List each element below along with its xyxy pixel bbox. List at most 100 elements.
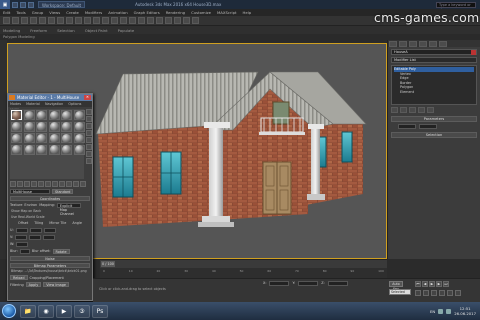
move-icon[interactable] bbox=[75, 17, 82, 24]
sample-slot[interactable] bbox=[61, 133, 72, 143]
x-coord-field[interactable] bbox=[269, 281, 290, 286]
texture-radio[interactable]: Texture bbox=[10, 203, 22, 207]
menu-item-rendering[interactable]: Rendering bbox=[166, 10, 185, 15]
open-file-icon[interactable] bbox=[20, 1, 26, 8]
render-icon[interactable] bbox=[192, 17, 199, 24]
unlink-icon[interactable] bbox=[30, 17, 37, 24]
material-type-button[interactable]: Standard bbox=[52, 188, 74, 194]
hierarchy-tab-icon[interactable] bbox=[409, 40, 417, 47]
tab-freeform[interactable]: Freeform bbox=[30, 28, 47, 33]
zoom-icon[interactable] bbox=[415, 290, 421, 296]
rollout-coordinates[interactable]: Coordinates bbox=[10, 196, 90, 201]
sample-slot[interactable] bbox=[48, 133, 60, 143]
go-to-parent-icon[interactable] bbox=[73, 181, 79, 187]
modify-tab-icon[interactable] bbox=[399, 40, 407, 47]
app-logo-icon[interactable]: ▣ bbox=[0, 0, 10, 9]
configure-sets-icon[interactable] bbox=[427, 107, 434, 113]
me-menu-material[interactable]: Material bbox=[26, 102, 40, 106]
sample-slot[interactable] bbox=[73, 121, 85, 132]
object-name[interactable]: HouseA bbox=[394, 50, 408, 54]
me-menu-modes[interactable]: Modes bbox=[10, 102, 21, 106]
volume-icon[interactable] bbox=[446, 308, 452, 314]
reset-map-icon[interactable] bbox=[31, 181, 37, 187]
mirror-icon[interactable] bbox=[120, 17, 127, 24]
browser-app-icon[interactable]: ◉ bbox=[38, 304, 54, 318]
time-slider[interactable]: 0 / 100 bbox=[100, 259, 387, 268]
copy-material-icon[interactable] bbox=[38, 181, 44, 187]
maximize-viewport-icon[interactable] bbox=[455, 290, 461, 296]
create-tab-icon[interactable] bbox=[389, 40, 397, 47]
uv-tiling-icon[interactable] bbox=[86, 130, 92, 136]
new-file-icon[interactable] bbox=[12, 1, 18, 8]
assign-material-icon[interactable] bbox=[24, 181, 30, 187]
show-end-result-icon[interactable] bbox=[400, 107, 407, 113]
sample-slot[interactable] bbox=[23, 133, 35, 143]
sample-slot[interactable] bbox=[23, 110, 35, 120]
sample-slot[interactable] bbox=[61, 110, 72, 120]
menu-item-animation[interactable]: Animation bbox=[108, 10, 127, 15]
rollout-noise[interactable]: Noise bbox=[10, 256, 90, 261]
media-app-icon[interactable]: ▶ bbox=[56, 304, 72, 318]
scale-icon[interactable] bbox=[93, 17, 100, 24]
workspace-dropdown[interactable]: Workspace: Default bbox=[38, 1, 86, 8]
display-tab-icon[interactable] bbox=[429, 40, 437, 47]
zoom-all-icon[interactable] bbox=[423, 290, 429, 296]
reload-button[interactable]: Reload bbox=[10, 275, 28, 280]
pan-icon[interactable] bbox=[439, 290, 445, 296]
sample-slot[interactable] bbox=[73, 144, 85, 155]
snap-icon[interactable] bbox=[102, 17, 109, 24]
sample-type-icon[interactable] bbox=[86, 109, 92, 115]
remove-modifier-icon[interactable] bbox=[418, 107, 425, 113]
sample-slot[interactable] bbox=[36, 133, 47, 143]
clock[interactable]: 12:51 26.06.2017 bbox=[454, 306, 476, 316]
v-angle-field[interactable] bbox=[43, 234, 56, 240]
me-menu-navigation[interactable]: Navigation bbox=[45, 102, 63, 106]
menu-item-tools[interactable]: Tools bbox=[16, 10, 25, 15]
go-forward-icon[interactable] bbox=[80, 181, 86, 187]
u-angle-field[interactable] bbox=[43, 227, 56, 233]
search-input[interactable]: Type a keyword or phrase bbox=[436, 1, 476, 12]
orbit-icon[interactable] bbox=[447, 290, 453, 296]
tab-modeling[interactable]: Modeling bbox=[3, 28, 20, 33]
3dsmax-app-icon[interactable]: ③ bbox=[74, 304, 90, 318]
u-offset-field[interactable] bbox=[15, 227, 28, 233]
rollout-parameters[interactable]: Parameters bbox=[391, 116, 477, 122]
sample-slot[interactable] bbox=[48, 121, 60, 132]
put-to-scene-icon[interactable] bbox=[17, 181, 23, 187]
u-tiling-field[interactable] bbox=[29, 227, 42, 233]
zoom-extents-icon[interactable] bbox=[431, 290, 437, 296]
tab-populate[interactable]: Populate bbox=[118, 28, 135, 33]
sample-slot[interactable] bbox=[36, 121, 47, 132]
pin-stack-icon[interactable] bbox=[391, 107, 398, 113]
menu-item-views[interactable]: Views bbox=[49, 10, 60, 15]
z-coord-field[interactable] bbox=[327, 281, 348, 286]
angle-snap-icon[interactable] bbox=[111, 17, 118, 24]
start-button-icon[interactable] bbox=[2, 304, 16, 318]
menu-item-modifiers[interactable]: Modifiers bbox=[85, 10, 102, 15]
real-world-checkbox[interactable]: Use Real-World Scale bbox=[11, 215, 89, 220]
link-icon[interactable] bbox=[21, 17, 28, 24]
sample-slot[interactable] bbox=[11, 144, 22, 155]
sample-slot[interactable] bbox=[73, 110, 85, 120]
go-to-end-icon[interactable]: ⏭ bbox=[443, 281, 449, 287]
material-name-field[interactable]: MultiHouse bbox=[10, 188, 50, 194]
menu-item-edit[interactable]: Edit bbox=[3, 10, 10, 15]
tab-object-paint[interactable]: Object Paint bbox=[85, 28, 108, 33]
render-frame-icon[interactable] bbox=[183, 17, 190, 24]
apply-checkbox[interactable]: Apply bbox=[25, 282, 42, 287]
previous-frame-icon[interactable]: ◀ bbox=[422, 281, 428, 287]
align-icon[interactable] bbox=[129, 17, 136, 24]
rotate-icon[interactable] bbox=[84, 17, 91, 24]
rollout-selection[interactable]: Selection bbox=[391, 132, 477, 138]
menu-item-help[interactable]: Help bbox=[243, 10, 252, 15]
object-color-swatch[interactable] bbox=[471, 50, 476, 55]
material-editor-icon[interactable] bbox=[165, 17, 172, 24]
menu-item-create[interactable]: Create bbox=[66, 10, 79, 15]
render-setup-icon[interactable] bbox=[174, 17, 181, 24]
sample-slot[interactable] bbox=[11, 110, 22, 120]
select-by-name-icon[interactable] bbox=[57, 17, 64, 24]
menu-item-group[interactable]: Group bbox=[32, 10, 44, 15]
go-to-start-icon[interactable]: ⏮ bbox=[415, 281, 421, 287]
me-menu-options[interactable]: Options bbox=[68, 102, 81, 106]
show-end-result-icon[interactable] bbox=[66, 181, 72, 187]
